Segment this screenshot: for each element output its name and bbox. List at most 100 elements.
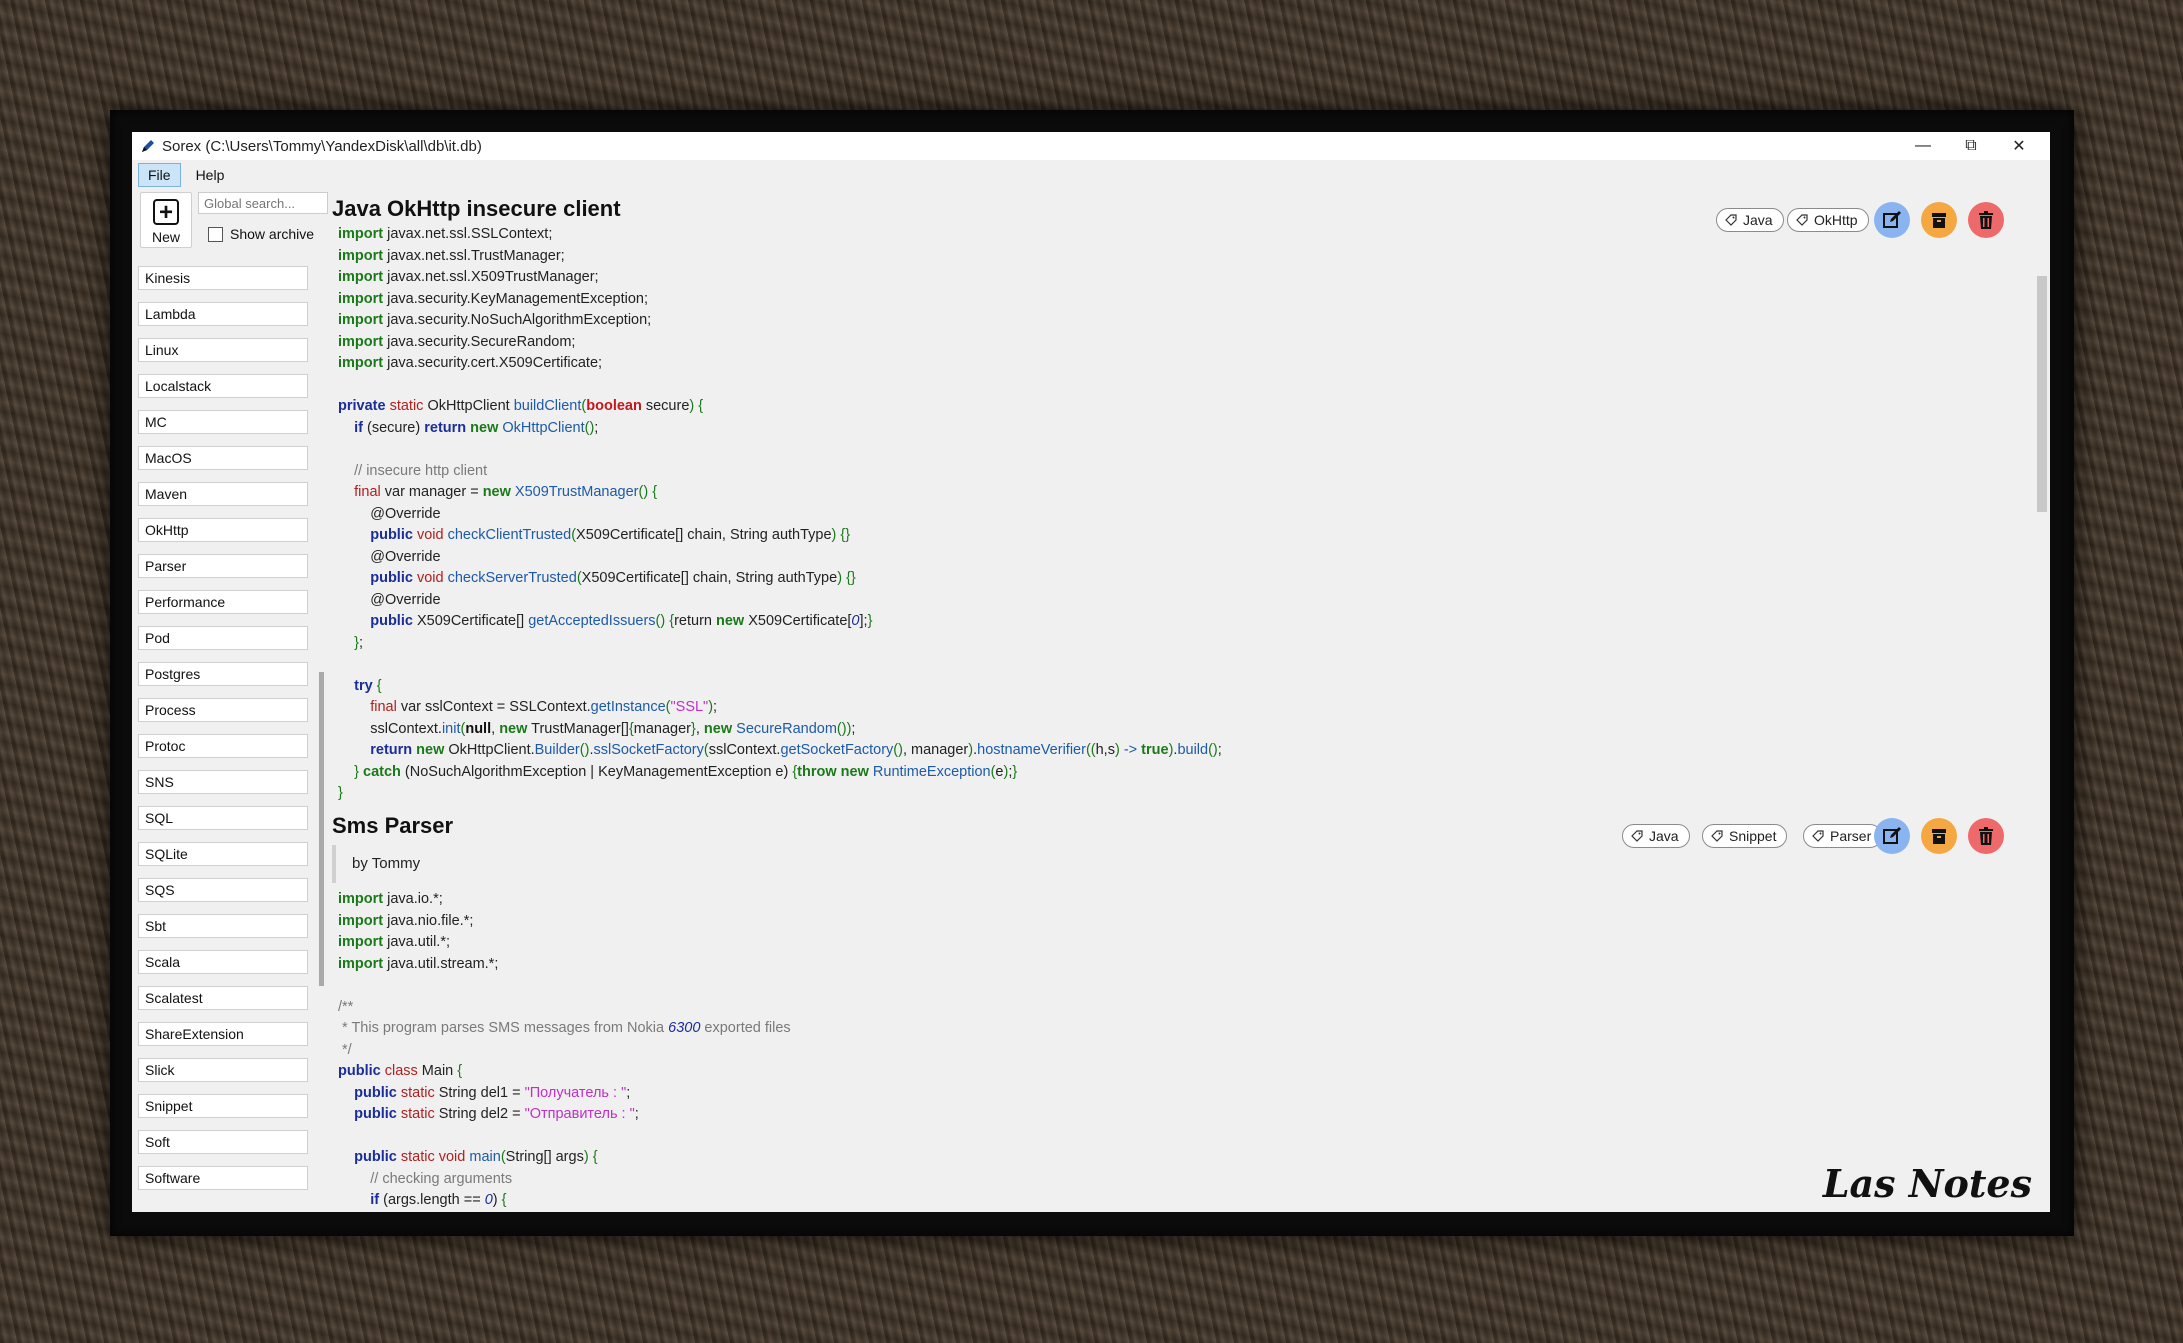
sidebar-tag-scala[interactable]: Scala [138, 950, 308, 974]
code-line: import javax.net.ssl.TrustManager; [338, 246, 1222, 268]
sidebar-tag-mc[interactable]: MC [138, 410, 308, 434]
new-label: New [151, 229, 180, 245]
sidebar-tag-parser[interactable]: Parser [138, 554, 308, 578]
minimize-button[interactable]: — [1900, 132, 1946, 160]
note-tag-okhttp[interactable]: OkHttp [1787, 208, 1869, 232]
code-token: (NoSuchAlgorithmException | KeyManagemen… [400, 763, 793, 780]
show-archive-checkbox[interactable]: Show archive [208, 226, 314, 242]
maximize-button[interactable]: ⧉ [1948, 132, 1994, 160]
sidebar-tag-kinesis[interactable]: Kinesis [138, 266, 308, 290]
code-token: getAcceptedIssuers [528, 613, 656, 629]
code-line: } catch (NoSuchAlgorithmException | KeyM… [338, 762, 1222, 784]
sidebar-tag-sqlite[interactable]: SQLite [138, 842, 308, 866]
code-token: return [674, 613, 717, 629]
code-token: import [338, 269, 384, 285]
code-token: X509Certificate[ [744, 613, 852, 629]
code-token: import [338, 290, 384, 307]
code-token: catch [363, 763, 401, 780]
note-tag-java[interactable]: Java [1716, 208, 1784, 232]
sidebar-tag-postgres[interactable]: Postgres [138, 662, 308, 686]
sidebar-tag-linux[interactable]: Linux [138, 338, 308, 362]
code-token: checkServerTrusted [447, 570, 577, 586]
code-token: X509TrustManager [514, 484, 639, 500]
sidebar-tag-macos[interactable]: MacOS [138, 446, 308, 470]
sidebar-tag-sqs[interactable]: SQS [138, 878, 308, 902]
code-token: "Получатель : " [524, 1084, 627, 1101]
code-token: @Override [338, 548, 441, 565]
new-note-button[interactable]: + New [140, 192, 192, 248]
code-line: public X509Certificate[] getAcceptedIssu… [338, 611, 1222, 633]
sidebar-scrollbar[interactable] [319, 672, 324, 986]
sidebar-tag-sbt[interactable]: Sbt [138, 914, 308, 938]
sidebar-tag-snippet[interactable]: Snippet [138, 1094, 308, 1118]
sidebar-tag-soft[interactable]: Soft [138, 1130, 308, 1154]
note-tag-java[interactable]: Java [1622, 824, 1690, 848]
sidebar-tag-slick[interactable]: Slick [138, 1058, 308, 1082]
code-token: ; [626, 1084, 631, 1101]
scrollbar-thumb[interactable] [2037, 276, 2047, 512]
sidebar-tag-performance[interactable]: Performance [138, 590, 308, 614]
checkbox-box[interactable] [208, 226, 223, 242]
code-token: var manager = [380, 484, 483, 500]
code-token: import [338, 891, 384, 907]
sidebar-tag-scalatest[interactable]: Scalatest [138, 986, 308, 1010]
tag-label: OkHttp [1814, 212, 1858, 228]
edit-button[interactable] [1874, 202, 1910, 238]
code-token: private [338, 398, 386, 414]
sidebar-tag-okhttp[interactable]: OkHttp [138, 518, 308, 542]
close-button[interactable]: ✕ [1996, 132, 2042, 160]
note-tag-parser[interactable]: Parser [1803, 824, 1883, 848]
menu-file[interactable]: File [138, 163, 181, 187]
code-token: ; [851, 720, 856, 737]
global-search-input[interactable] [198, 192, 328, 214]
code-line: if (args.length == 0) { [338, 1190, 791, 1212]
delete-button[interactable] [1968, 818, 2004, 854]
archive-icon [1932, 829, 1946, 844]
code-token: exported files [700, 1020, 791, 1036]
note-title: Sms Parser [332, 813, 454, 838]
sidebar-tag-process[interactable]: Process [138, 698, 308, 722]
code-token: boolean [586, 398, 642, 414]
sidebar-tag-shareextension[interactable]: ShareExtension [138, 1022, 308, 1046]
tag-label: Java [1649, 828, 1679, 844]
code-line: if (secure) return new OkHttpClient(); [338, 418, 1222, 440]
tag-icon [1711, 830, 1723, 842]
main-scrollbar[interactable] [2034, 192, 2050, 1212]
tag-label: Snippet [1729, 828, 1777, 844]
menu-help[interactable]: Help [187, 164, 234, 186]
edit-button[interactable] [1874, 818, 1910, 854]
sidebar-tag-software[interactable]: Software [138, 1166, 308, 1190]
code-token: ; [358, 634, 363, 651]
archive-button[interactable] [1921, 202, 1957, 238]
delete-button[interactable] [1968, 202, 2004, 238]
sidebar-tag-protoc[interactable]: Protoc [138, 734, 308, 758]
tag-label: Java [1743, 212, 1773, 228]
archive-button[interactable] [1921, 818, 1957, 854]
note-tag-snippet[interactable]: Snippet [1702, 824, 1788, 848]
code-token: String del1 = [434, 1084, 525, 1101]
sidebar-tag-localstack[interactable]: Localstack [138, 374, 308, 398]
code-token: () [638, 484, 649, 500]
code-token: Main [417, 1063, 458, 1079]
code-token: ; [634, 1106, 639, 1122]
sidebar-tag-pod[interactable]: Pod [138, 626, 308, 650]
sidebar-tag-sns[interactable]: SNS [138, 770, 308, 794]
sidebar-tag-sql[interactable]: SQL [138, 806, 308, 830]
sidebar-tag-maven[interactable]: Maven [138, 482, 308, 506]
code-line: // insecure http client [338, 461, 1222, 483]
code-token: public [370, 570, 413, 586]
code-token: new [416, 742, 445, 758]
code-token: @Override [338, 591, 441, 608]
pen-icon [142, 140, 154, 152]
sidebar-tag-lambda[interactable]: Lambda [138, 302, 308, 326]
code-token: { [652, 484, 658, 500]
code-token: TrustManager[] [527, 720, 629, 737]
code-line: import java.security.KeyManagementExcept… [338, 289, 1222, 311]
